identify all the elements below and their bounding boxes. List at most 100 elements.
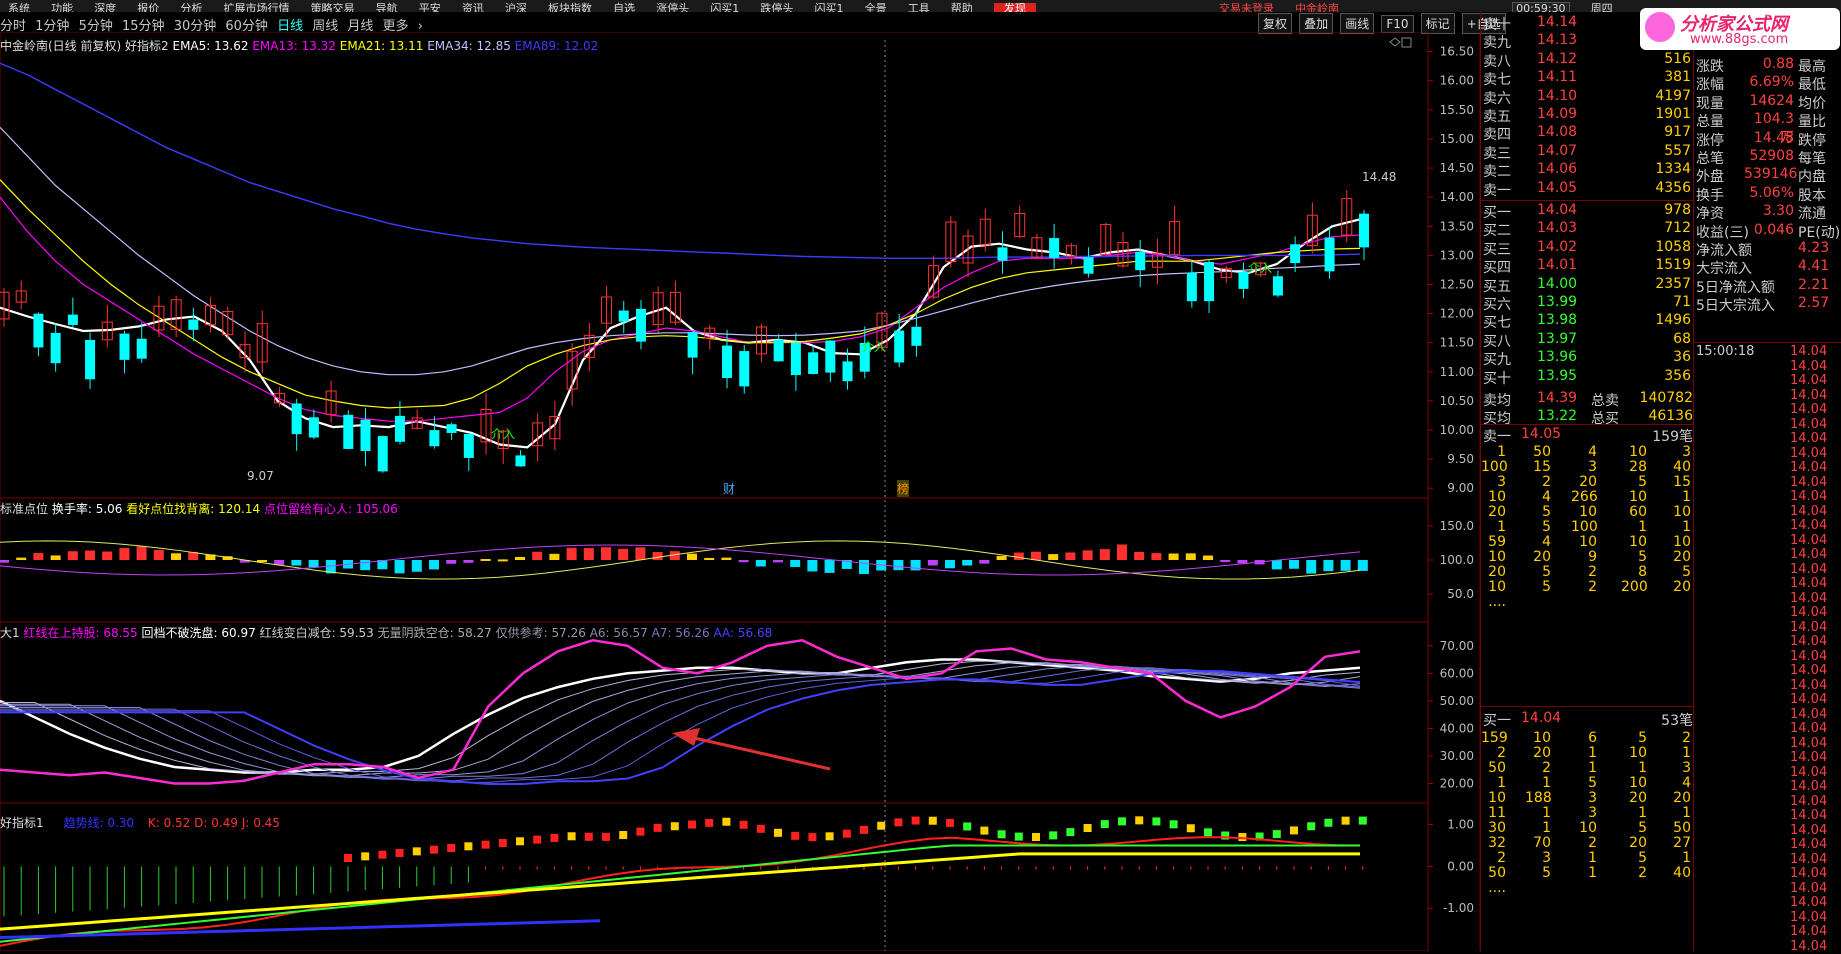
menu-item[interactable]: 深度 bbox=[94, 3, 116, 12]
adjust-button[interactable]: 复权 bbox=[1258, 13, 1293, 34]
high-price-label: 14.48 bbox=[1362, 170, 1397, 184]
candle-down[interactable] bbox=[343, 414, 354, 449]
rank-marker[interactable]: 榜 bbox=[897, 480, 910, 497]
draw-line-button[interactable]: 画线 bbox=[1340, 13, 1375, 34]
candle-down[interactable] bbox=[808, 352, 819, 375]
signal-square bbox=[774, 828, 782, 837]
candle-down[interactable] bbox=[1049, 238, 1060, 258]
ask-row[interactable]: 卖二 14.06 1334 bbox=[1481, 161, 1703, 180]
avg-ask-row[interactable]: 卖均 14.39 总卖 140782 bbox=[1481, 390, 1703, 409]
candle-down[interactable] bbox=[722, 345, 733, 378]
candle-down[interactable] bbox=[911, 326, 922, 346]
candle-down[interactable] bbox=[997, 247, 1008, 261]
menu-item[interactable]: 分析 bbox=[180, 3, 202, 12]
candle-down[interactable] bbox=[308, 417, 319, 438]
menu-item[interactable]: 工具 bbox=[908, 3, 930, 12]
overlay-button[interactable]: 叠加 bbox=[1299, 13, 1334, 34]
bid-row[interactable]: 买一 14.04 978 bbox=[1481, 202, 1703, 221]
bid-row[interactable]: 买五 14.00 2357 bbox=[1481, 276, 1703, 295]
discover-menu-item[interactable]: 发现 bbox=[993, 3, 1036, 12]
menu-item[interactable]: 扩展市场行情 bbox=[223, 3, 289, 12]
candle-down[interactable] bbox=[635, 308, 646, 342]
candle-down[interactable] bbox=[33, 313, 44, 348]
candle-down[interactable] bbox=[1324, 237, 1335, 272]
ask-row[interactable]: 卖四 14.08 917 bbox=[1481, 124, 1703, 143]
candle-down[interactable] bbox=[360, 419, 371, 451]
candle-down[interactable] bbox=[773, 339, 784, 362]
candle-down[interactable] bbox=[85, 339, 96, 380]
candle-down[interactable] bbox=[1186, 272, 1197, 302]
menu-item[interactable]: 沪深 bbox=[505, 3, 527, 12]
candle-down[interactable] bbox=[1272, 276, 1283, 296]
menu-item[interactable]: 资讯 bbox=[462, 3, 484, 12]
candle-down[interactable] bbox=[790, 342, 801, 376]
ask-row[interactable]: 卖五 14.09 1901 bbox=[1481, 106, 1703, 125]
bid-row[interactable]: 买六 13.99 71 bbox=[1481, 294, 1703, 313]
bid-row[interactable]: 买八 13.97 68 bbox=[1481, 331, 1703, 350]
ask-row[interactable]: 卖一 14.05 4356 bbox=[1481, 180, 1703, 199]
candle-down[interactable] bbox=[67, 314, 78, 325]
bid-row[interactable]: 买七 13.98 1496 bbox=[1481, 312, 1703, 331]
menu-item[interactable]: 全景 bbox=[865, 3, 887, 12]
candle-down[interactable] bbox=[463, 433, 474, 458]
flower-icon bbox=[1645, 12, 1675, 42]
candle-down[interactable] bbox=[618, 310, 629, 322]
candle-down[interactable] bbox=[739, 351, 750, 387]
ask-row[interactable]: 卖七 14.11 381 bbox=[1481, 69, 1703, 88]
candle-down[interactable] bbox=[377, 436, 388, 472]
candle-down[interactable] bbox=[291, 403, 302, 435]
bid-row[interactable]: 买四 14.01 1519 bbox=[1481, 257, 1703, 276]
candle-down[interactable] bbox=[1204, 262, 1215, 302]
ask-row[interactable]: 卖六 14.10 4197 bbox=[1481, 88, 1703, 107]
candle-down[interactable] bbox=[429, 430, 440, 447]
menu-item[interactable]: 平安 bbox=[419, 3, 441, 12]
watermark-url: www.88gs.com bbox=[1690, 32, 1789, 47]
candle-down[interactable] bbox=[825, 340, 836, 373]
bid-queue-header[interactable]: 买一 14.04 53笔 bbox=[1481, 710, 1703, 729]
menu-item[interactable]: 闪买1 bbox=[815, 3, 844, 12]
menu-item[interactable]: 策略交易 bbox=[311, 3, 355, 12]
menu-item[interactable]: 帮助 bbox=[951, 3, 973, 12]
menu-item[interactable]: 报价 bbox=[137, 3, 159, 12]
f10-button[interactable]: F10 bbox=[1381, 15, 1414, 33]
bid-row[interactable]: 买二 14.03 712 bbox=[1481, 220, 1703, 239]
candle-down[interactable] bbox=[119, 333, 130, 360]
candle-down[interactable] bbox=[1135, 251, 1146, 271]
candle-down[interactable] bbox=[1290, 244, 1301, 264]
queue-row[interactable]: .... bbox=[1481, 880, 1703, 898]
ask-row[interactable]: 卖三 14.07 557 bbox=[1481, 143, 1703, 162]
volume-bar bbox=[979, 560, 990, 564]
finance-marker[interactable]: 财 bbox=[723, 480, 735, 497]
candle-down[interactable] bbox=[136, 338, 147, 359]
menu-item[interactable]: 涨停头 bbox=[656, 3, 689, 12]
candle-down[interactable] bbox=[188, 319, 199, 330]
candle-down[interactable] bbox=[1238, 271, 1249, 289]
login-notice[interactable]: 交易未登录 bbox=[1219, 3, 1274, 12]
mark-button[interactable]: 标记 bbox=[1420, 13, 1455, 34]
menu-item[interactable]: 导航 bbox=[376, 3, 398, 12]
menu-item[interactable]: 系统 bbox=[8, 3, 30, 12]
menu-item[interactable]: 闪买1 bbox=[710, 3, 739, 12]
bid-row[interactable]: 买九 13.96 36 bbox=[1481, 349, 1703, 368]
candle-down[interactable] bbox=[50, 332, 61, 364]
candle-down[interactable] bbox=[842, 361, 853, 382]
candle-down[interactable] bbox=[687, 331, 698, 358]
candle-down[interactable] bbox=[394, 415, 405, 442]
ask-queue-header[interactable]: 卖一 14.05 159笔 bbox=[1481, 426, 1703, 445]
menu-item[interactable]: 跌停头 bbox=[760, 3, 793, 12]
candle-down[interactable] bbox=[894, 330, 905, 363]
candle-down[interactable] bbox=[515, 455, 526, 467]
panel-maximize-icon[interactable] bbox=[1401, 37, 1412, 48]
ask-row[interactable]: 卖八 14.12 516 bbox=[1481, 51, 1703, 70]
candle-down[interactable] bbox=[446, 424, 457, 433]
candle-down[interactable] bbox=[1083, 257, 1094, 274]
bid-row[interactable]: 买三 14.02 1058 bbox=[1481, 239, 1703, 258]
tick-price: 14.04 bbox=[1790, 764, 1828, 780]
candle-down[interactable] bbox=[1359, 213, 1369, 248]
menu-item[interactable]: 自选 bbox=[613, 3, 635, 12]
queue-row[interactable]: .... bbox=[1481, 594, 1703, 612]
menu-item[interactable]: 板块指数 bbox=[548, 3, 592, 12]
bid-row[interactable]: 买十 13.95 356 bbox=[1481, 368, 1703, 387]
panel-diamond-icon[interactable] bbox=[1389, 37, 1401, 47]
menu-item[interactable]: 功能 bbox=[51, 3, 73, 12]
